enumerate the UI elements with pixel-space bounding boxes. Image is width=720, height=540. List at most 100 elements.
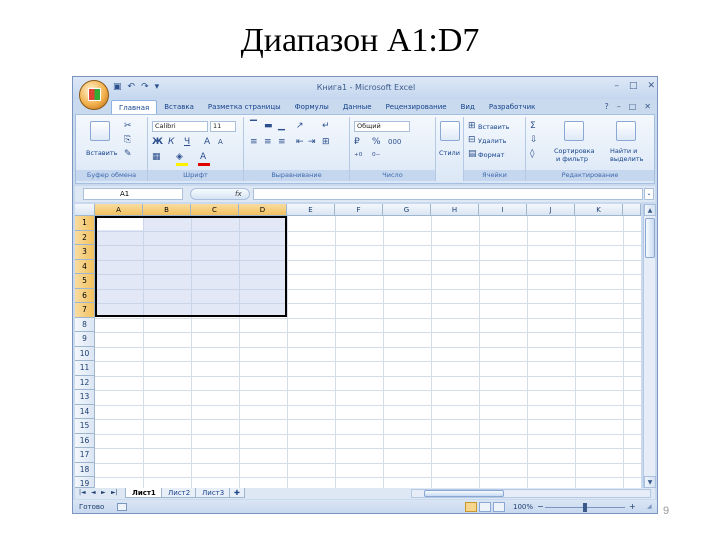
paste-icon[interactable]: [90, 121, 110, 141]
align-top-icon[interactable]: ▔: [250, 121, 257, 131]
column-header-partial[interactable]: [623, 204, 641, 216]
row-header[interactable]: 8: [75, 317, 95, 332]
row-header[interactable]: 2: [75, 230, 95, 245]
row-header[interactable]: 1: [75, 216, 95, 231]
format-cells-button[interactable]: Формат: [478, 151, 504, 159]
tab-developer[interactable]: Разработчик: [482, 100, 543, 114]
cut-icon[interactable]: ✂: [124, 121, 132, 131]
column-header[interactable]: J: [527, 204, 575, 216]
paste-button[interactable]: Вставить: [86, 149, 117, 157]
fill-icon[interactable]: ⇩: [530, 135, 538, 145]
decrease-indent-icon[interactable]: ⇤: [296, 137, 304, 147]
row-header[interactable]: 7: [75, 303, 95, 318]
grow-font-button[interactable]: A: [204, 137, 210, 147]
tab-insert[interactable]: Вставка: [157, 100, 201, 114]
column-header[interactable]: C: [191, 204, 239, 216]
format-cells-icon[interactable]: ▤: [468, 149, 477, 159]
delete-cells-button[interactable]: Удалить: [478, 137, 506, 145]
row-header[interactable]: 6: [75, 288, 95, 303]
increase-indent-icon[interactable]: ⇥: [308, 137, 316, 147]
name-box[interactable]: A1: [83, 188, 183, 200]
column-header[interactable]: E: [287, 204, 335, 216]
zoom-level[interactable]: 100%: [513, 503, 533, 511]
tab-page-layout[interactable]: Разметка страницы: [201, 100, 288, 114]
row-header[interactable]: 19: [75, 477, 95, 488]
align-left-icon[interactable]: ≡: [250, 137, 258, 147]
tab-view[interactable]: Вид: [454, 100, 482, 114]
styles-icon[interactable]: [440, 121, 460, 141]
first-sheet-icon[interactable]: |◄: [79, 489, 86, 496]
zoom-in-button[interactable]: +: [629, 502, 636, 511]
copy-icon[interactable]: ⎘: [124, 135, 131, 145]
vertical-scroll-thumb[interactable]: [645, 218, 655, 258]
next-sheet-icon[interactable]: ►: [101, 489, 106, 496]
sort-filter-label-2[interactable]: и фильтр: [556, 155, 588, 163]
column-header[interactable]: B: [143, 204, 191, 216]
align-right-icon[interactable]: ≡: [278, 137, 286, 147]
help-icon[interactable]: ?: [604, 102, 608, 111]
row-header[interactable]: 18: [75, 462, 95, 477]
tab-data[interactable]: Данные: [336, 100, 379, 114]
font-color-icon[interactable]: A: [200, 152, 206, 162]
scroll-up-icon[interactable]: ▲: [644, 204, 656, 216]
row-header[interactable]: 17: [75, 448, 95, 463]
format-painter-icon[interactable]: ✎: [124, 149, 132, 159]
orientation-icon[interactable]: ↗: [296, 121, 304, 131]
workbook-restore-button[interactable]: □: [629, 102, 637, 111]
column-header[interactable]: G: [383, 204, 431, 216]
row-header[interactable]: 3: [75, 245, 95, 260]
insert-cells-button[interactable]: Вставить: [478, 123, 509, 131]
column-header[interactable]: F: [335, 204, 383, 216]
thousands-separator-button[interactable]: 000: [388, 138, 401, 146]
align-center-icon[interactable]: ≡: [264, 137, 272, 147]
find-select-label-2[interactable]: выделить: [610, 155, 643, 163]
increase-decimal-icon[interactable]: ⁺⁰: [354, 152, 362, 162]
worksheet-grid[interactable]: A B C D E F G H I J K 1 2 3 4 5 6 7 8 9 …: [75, 204, 641, 488]
page-break-view-icon[interactable]: [493, 502, 505, 512]
active-cell[interactable]: [97, 218, 143, 230]
close-button[interactable]: ✕: [647, 81, 655, 91]
find-select-label-1[interactable]: Найти и: [610, 147, 637, 155]
tab-formulas[interactable]: Формулы: [288, 100, 336, 114]
percent-button[interactable]: %: [372, 137, 381, 147]
sort-filter-icon[interactable]: [564, 121, 584, 141]
insert-function-button[interactable]: fx: [190, 188, 250, 200]
tab-home[interactable]: Главная: [111, 100, 158, 114]
maximize-button[interactable]: □: [629, 81, 638, 91]
select-all-corner[interactable]: [75, 204, 95, 216]
column-header[interactable]: H: [431, 204, 479, 216]
clear-icon[interactable]: ◊: [530, 149, 534, 159]
wrap-text-icon[interactable]: ↵: [322, 121, 330, 131]
last-sheet-icon[interactable]: ►|: [111, 489, 118, 496]
row-header[interactable]: 10: [75, 346, 95, 361]
column-header[interactable]: K: [575, 204, 623, 216]
column-header[interactable]: I: [479, 204, 527, 216]
office-button[interactable]: [79, 80, 109, 110]
prev-sheet-icon[interactable]: ◄: [91, 489, 96, 496]
row-header[interactable]: 16: [75, 433, 95, 448]
sheet-tab-3[interactable]: Лист3: [195, 488, 232, 498]
horizontal-scrollbar[interactable]: [411, 489, 651, 498]
autosum-button[interactable]: Σ: [530, 121, 536, 131]
italic-button[interactable]: К: [168, 137, 174, 147]
sort-filter-label-1[interactable]: Сортировка: [554, 147, 595, 155]
row-header[interactable]: 15: [75, 419, 95, 434]
decrease-decimal-icon[interactable]: ⁰⁻: [372, 152, 380, 162]
shrink-font-button[interactable]: A: [218, 138, 223, 146]
delete-cells-icon[interactable]: ⊟: [468, 135, 476, 145]
expand-formula-bar-icon[interactable]: ⌄: [644, 188, 654, 200]
underline-button[interactable]: Ч: [184, 137, 190, 147]
zoom-out-button[interactable]: −: [537, 502, 544, 511]
bold-button[interactable]: Ж: [152, 137, 163, 147]
sheet-tab-1[interactable]: Лист1: [125, 488, 163, 498]
tab-review[interactable]: Рецензирование: [379, 100, 454, 114]
column-header[interactable]: A: [95, 204, 143, 216]
zoom-slider-thumb[interactable]: [583, 503, 587, 512]
minimize-button[interactable]: –: [614, 81, 619, 91]
sheet-tab-2[interactable]: Лист2: [161, 488, 198, 498]
column-header[interactable]: D: [239, 204, 287, 216]
currency-icon[interactable]: ₽: [354, 137, 360, 147]
merge-center-icon[interactable]: ⊞: [322, 137, 330, 147]
row-header[interactable]: 12: [75, 375, 95, 390]
font-name-select[interactable]: Calibri: [152, 121, 208, 132]
